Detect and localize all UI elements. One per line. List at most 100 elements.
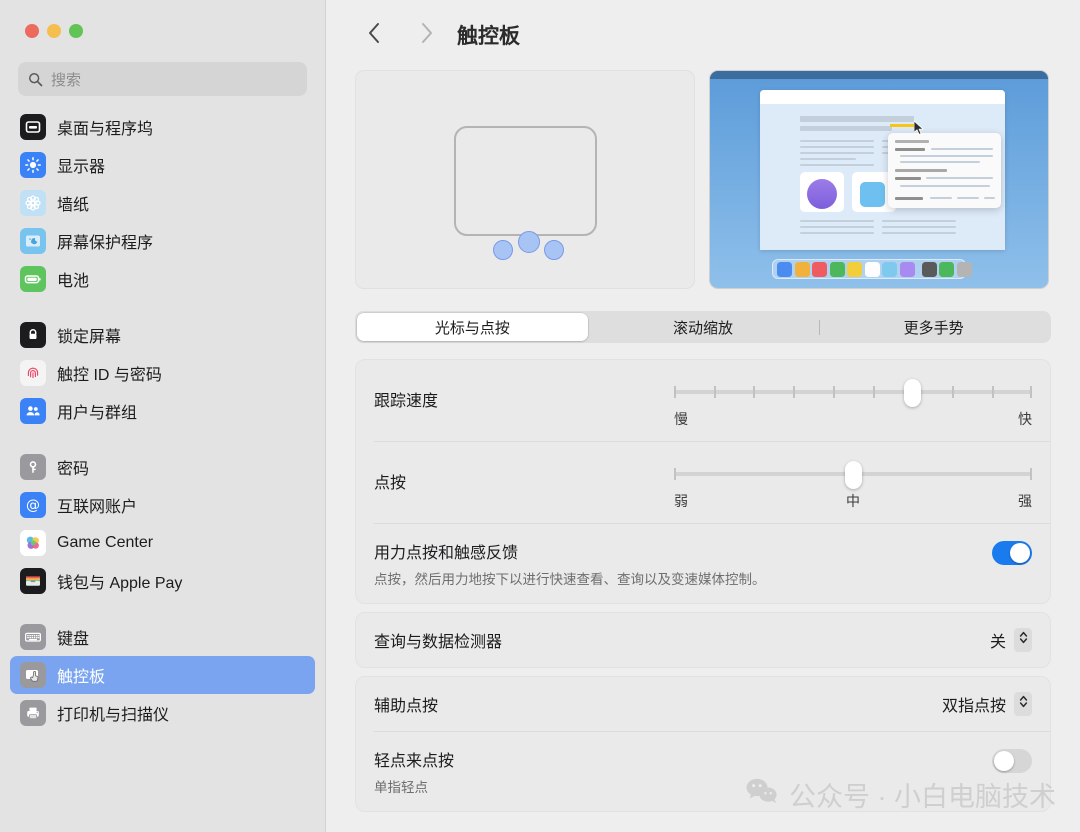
- sidebar-item-passwords[interactable]: 密码: [10, 448, 315, 486]
- slider-track[interactable]: [674, 459, 1033, 489]
- toggle-knob: [1010, 543, 1030, 563]
- window-controls: [0, 0, 325, 58]
- sidebar-item-wallpaper[interactable]: 墙纸: [10, 184, 315, 222]
- tracking-speed-slider[interactable]: 慢 快: [674, 377, 1033, 427]
- wallpaper-icon: [20, 190, 46, 216]
- slider-mid-label: 中: [846, 493, 860, 509]
- sidebar-item-label: 互联网账户: [57, 499, 138, 516]
- svg-text:@: @: [26, 498, 40, 514]
- dock-icon: [864, 261, 880, 277]
- sidebar-item-screensaver[interactable]: 屏幕保护程序: [10, 222, 315, 260]
- tab-more-gestures[interactable]: 更多手势: [818, 313, 1049, 341]
- main-panel: 触控板 光标与点按 滚动缩放 更多手势 跟踪速度 慢 快 点按 弱 中 强 用力…: [326, 0, 1080, 832]
- click-scale: 弱 中 强: [674, 491, 1032, 509]
- lookup-value: 关: [989, 634, 1006, 651]
- forward-button[interactable]: [407, 16, 445, 54]
- minimize-button[interactable]: [47, 24, 61, 38]
- back-button[interactable]: [355, 16, 393, 54]
- chevron-right-icon: [420, 22, 433, 49]
- slider-tick: [952, 386, 955, 398]
- sidebar-item-printers-scanners[interactable]: 打印机与扫描仪: [10, 694, 315, 732]
- slider-thumb[interactable]: [845, 461, 862, 489]
- settings-card-3: 辅助点按 双指点按 轻点来点按 单指轻点: [355, 676, 1051, 812]
- slider-track[interactable]: [674, 377, 1033, 407]
- preview-menubar: [710, 71, 1048, 79]
- sidebar-item-label: 墙纸: [57, 197, 90, 214]
- slider-tick: [872, 386, 875, 398]
- dock-icon: [829, 261, 845, 277]
- sidebar-item-label: 钱包与 Apple Pay: [57, 575, 183, 592]
- slider-tick: [674, 386, 676, 398]
- slider-track-line: [674, 390, 1032, 394]
- dock-icon: [777, 261, 792, 277]
- trackpad-icon: [20, 662, 46, 688]
- secondary-click-popup-button[interactable]: [1014, 692, 1032, 716]
- force-click-toggle[interactable]: [992, 541, 1032, 565]
- users-groups-icon: [20, 398, 46, 424]
- sidebar-item-label: 密码: [57, 461, 90, 478]
- display-icon: [20, 152, 46, 178]
- dock-icon: [882, 261, 897, 277]
- dock-icon: [921, 261, 937, 277]
- chevron-updown-icon: [1019, 630, 1028, 650]
- tap-to-click-texts: 轻点来点按 单指轻点: [374, 747, 992, 796]
- page-title: 触控板: [457, 25, 520, 48]
- internet-accounts-icon: @: [20, 492, 46, 518]
- slider-tick: [1030, 468, 1033, 480]
- search-placeholder: 搜索: [51, 71, 82, 89]
- tab-label: 滚动缩放: [673, 319, 734, 337]
- search-icon: [28, 72, 43, 87]
- sidebar-item-displays[interactable]: 显示器: [10, 146, 315, 184]
- sidebar-group-3: 密码 @ 互联网账户 Game Center 钱包与 Apple Pay: [10, 448, 315, 600]
- close-button[interactable]: [25, 24, 39, 38]
- slider-thumb[interactable]: [904, 379, 922, 407]
- dock-icon: [794, 261, 810, 277]
- battery-icon: [20, 266, 46, 292]
- dock-icon: [847, 261, 862, 277]
- sidebar-item-battery[interactable]: 电池: [10, 260, 315, 298]
- click-label: 点按: [374, 475, 407, 492]
- slider-tick: [991, 386, 994, 398]
- trackpad-outline: [454, 126, 597, 236]
- lookup-popup-button[interactable]: [1014, 628, 1032, 652]
- finger-dot: [493, 240, 513, 260]
- slider-min-label: 慢: [674, 411, 688, 427]
- trackpad-gesture-preview: [355, 70, 695, 289]
- cursor-icon: [913, 120, 925, 141]
- keyboard-icon: [20, 624, 46, 650]
- click-row: 点按 弱 中 强: [356, 442, 1050, 523]
- passwords-key-icon: [20, 454, 46, 480]
- sidebar-item-desktop-dock[interactable]: 桌面与程序坞: [10, 108, 315, 146]
- sidebar-item-wallet-apple-pay[interactable]: 钱包与 Apple Pay: [10, 562, 315, 600]
- search-container: 搜索: [0, 58, 325, 96]
- tap-to-click-title: 轻点来点按: [374, 753, 455, 770]
- sidebar-item-game-center[interactable]: Game Center: [10, 524, 315, 562]
- search-field[interactable]: 搜索: [18, 62, 307, 96]
- click-slider[interactable]: 弱 中 强: [674, 459, 1033, 509]
- maximize-button[interactable]: [69, 24, 83, 38]
- dock-icon: [956, 261, 972, 277]
- wallet-applepay-icon: [20, 568, 46, 594]
- tap-to-click-toggle[interactable]: [992, 749, 1032, 773]
- sidebar-item-users-groups[interactable]: 用户与群组: [10, 392, 315, 430]
- sidebar-item-trackpad[interactable]: 触控板: [10, 656, 315, 694]
- sidebar-item-label: 键盘: [57, 631, 90, 648]
- slider-max-label: 强: [1018, 493, 1032, 509]
- sidebar-item-lock-screen[interactable]: 锁定屏幕: [10, 316, 315, 354]
- sidebar-item-internet-accounts[interactable]: @ 互联网账户: [10, 486, 315, 524]
- sidebar-item-label: 打印机与扫描仪: [57, 707, 170, 724]
- lookup-row[interactable]: 查询与数据检测器 关: [356, 613, 1050, 667]
- tab-scroll-zoom[interactable]: 滚动缩放: [588, 313, 819, 341]
- force-click-lookup-preview: [709, 70, 1049, 289]
- tab-point-click[interactable]: 光标与点按: [357, 313, 588, 341]
- toolbar: 触控板: [326, 0, 1080, 70]
- sidebar-item-touch-id[interactable]: 触控 ID 与密码: [10, 354, 315, 392]
- sidebar-item-label: 用户与群组: [57, 405, 138, 422]
- slider-max-label: 快: [1018, 411, 1032, 427]
- sidebar-group-2: 锁定屏幕 触控 ID 与密码 用户与群组: [10, 316, 315, 430]
- sidebar-item-keyboard[interactable]: 键盘: [10, 618, 315, 656]
- finger-dot: [518, 231, 540, 253]
- secondary-click-row[interactable]: 辅助点按 双指点按: [356, 677, 1050, 731]
- tracking-speed-row: 跟踪速度 慢 快: [356, 360, 1050, 441]
- sidebar-item-label: Game Center: [57, 534, 154, 551]
